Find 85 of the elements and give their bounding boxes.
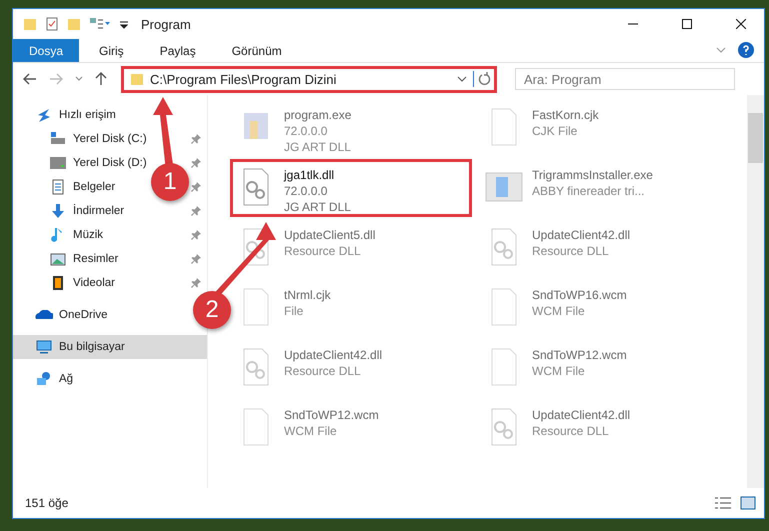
pin-icon[interactable]: [191, 182, 201, 192]
forward-arrow-icon: [49, 73, 63, 85]
scroll-thumb[interactable]: [748, 113, 763, 163]
sidebar-item[interactable]: Yerel Disk (C:): [13, 127, 153, 151]
file-item[interactable]: SndToWP12.wcm WCM File: [232, 403, 383, 455]
search-field[interactable]: Ara: Program: [515, 68, 735, 90]
file-name: SndToWP12.wcm: [284, 407, 379, 423]
file-item[interactable]: UpdateClient42.dll Resource DLL: [480, 223, 634, 275]
file-detail: WCM File: [532, 303, 586, 319]
window-title: Program: [141, 16, 192, 32]
back-arrow-icon: [23, 73, 37, 85]
chevron-down-icon[interactable]: [457, 75, 467, 83]
file-name: program.exe: [284, 107, 352, 123]
properties-icon[interactable]: [89, 17, 111, 31]
pin-icon[interactable]: [191, 230, 201, 240]
checklist-icon[interactable]: [45, 17, 59, 31]
file-item[interactable]: jga1tlk.dll 72.0.0.0 JG ART DLL: [232, 163, 355, 215]
file-detail: JG ART DLL: [284, 139, 352, 155]
pin-icon[interactable]: [191, 278, 201, 288]
file-item[interactable]: program.exe 72.0.0.0 JG ART DLL: [232, 103, 356, 155]
file-detail: Resource DLL: [532, 423, 610, 439]
file-detail: CJK File: [532, 123, 578, 139]
close-icon: [736, 19, 746, 29]
ribbon-tab[interactable]: Paylaş: [144, 39, 212, 62]
cloud-icon: [35, 310, 53, 320]
file-detail: WCM File: [284, 423, 338, 439]
file-item[interactable]: UpdateClient42.dll Resource DLL: [232, 343, 386, 395]
download-icon: [49, 202, 67, 220]
sidebar-item[interactable]: Bu bilgisayar: [13, 335, 207, 359]
file-name: SndToWP16.wcm: [532, 287, 627, 303]
maximize-icon: [682, 19, 692, 29]
file-item[interactable]: SndToWP16.wcm WCM File: [480, 283, 631, 335]
sidebar-item[interactable]: Ağ: [13, 367, 80, 391]
file-name: TrigrammsInstaller.exe: [532, 167, 653, 183]
pin-icon[interactable]: [191, 254, 201, 264]
file-name: UpdateClient42.dll: [284, 347, 382, 363]
ribbon-tab[interactable]: Görünüm: [216, 39, 298, 62]
sidebar-item[interactable]: Videolar: [13, 271, 121, 295]
address-bar[interactable]: C:\Program Files\Program Dizini: [121, 66, 497, 92]
file-detail: 72.0.0.0: [284, 183, 328, 199]
pin-icon[interactable]: [191, 134, 201, 144]
item-count: 151 öğe: [25, 496, 70, 510]
file-name: FastKorn.cjk: [532, 107, 599, 123]
help-icon[interactable]: [738, 42, 754, 58]
sidebar-item[interactable]: İndirmeler: [13, 199, 130, 223]
up-arrow-icon: [95, 72, 107, 86]
file-detail: ABBY finereader tri...: [532, 183, 646, 199]
sidebar-item[interactable]: Belgeler: [13, 175, 122, 199]
file-item[interactable]: TrigrammsInstaller.exe ABBY finereader tri...: [480, 163, 657, 215]
details-view-icon[interactable]: [714, 496, 732, 510]
ribbon-tab[interactable]: Dosya: [13, 39, 80, 62]
drive-icon: [49, 154, 67, 172]
chevron-down-icon: [75, 76, 83, 82]
folder-icon: [23, 17, 37, 31]
file-detail: JG ART DLL: [284, 199, 351, 215]
sidebar-item[interactable]: Resimler: [13, 247, 124, 271]
file-item[interactable]: UpdateClient42.dll Resource DLL: [480, 403, 634, 455]
file-name: UpdateClient5.dll: [284, 227, 376, 243]
network-icon: [35, 370, 53, 388]
file-detail: WCM File: [532, 363, 586, 379]
file-item[interactable]: tNrml.cjk File: [232, 283, 335, 335]
sidebar-item[interactable]: Müzik: [13, 223, 110, 247]
file-detail: 72.0.0.0: [284, 123, 328, 139]
sidebar-item[interactable]: OneDrive: [13, 303, 114, 327]
file-item[interactable]: FastKorn.cjk CJK File: [480, 103, 603, 155]
file-detail: Resource DLL: [284, 243, 362, 259]
file-name: SndToWP12.wcm: [532, 347, 627, 363]
file-detail: Resource DLL: [532, 243, 610, 259]
file-name: jga1tlk.dll: [284, 167, 336, 183]
large-icons-view-icon[interactable]: [740, 496, 756, 510]
file-name: UpdateClient42.dll: [532, 407, 630, 423]
file-item[interactable]: SndToWP12.wcm WCM File: [480, 343, 631, 395]
sidebar-item[interactable]: Hızlı erişim: [13, 103, 122, 127]
folder-icon: [130, 72, 144, 86]
address-path: C:\Program Files\Program Dizini: [150, 72, 338, 86]
file-detail: File: [284, 303, 304, 319]
pin-icon[interactable]: [191, 158, 201, 168]
scrollbar[interactable]: [747, 95, 764, 488]
sidebar-item[interactable]: Yerel Disk (D:): [13, 151, 153, 175]
file-detail: Resource DLL: [284, 363, 362, 379]
pc-icon: [35, 338, 53, 356]
pin-icon[interactable]: [191, 206, 201, 216]
ribbon-tab[interactable]: Giriş: [83, 39, 140, 62]
file-name: tNrml.cjk: [284, 287, 331, 303]
file-name: UpdateClient42.dll: [532, 227, 630, 243]
